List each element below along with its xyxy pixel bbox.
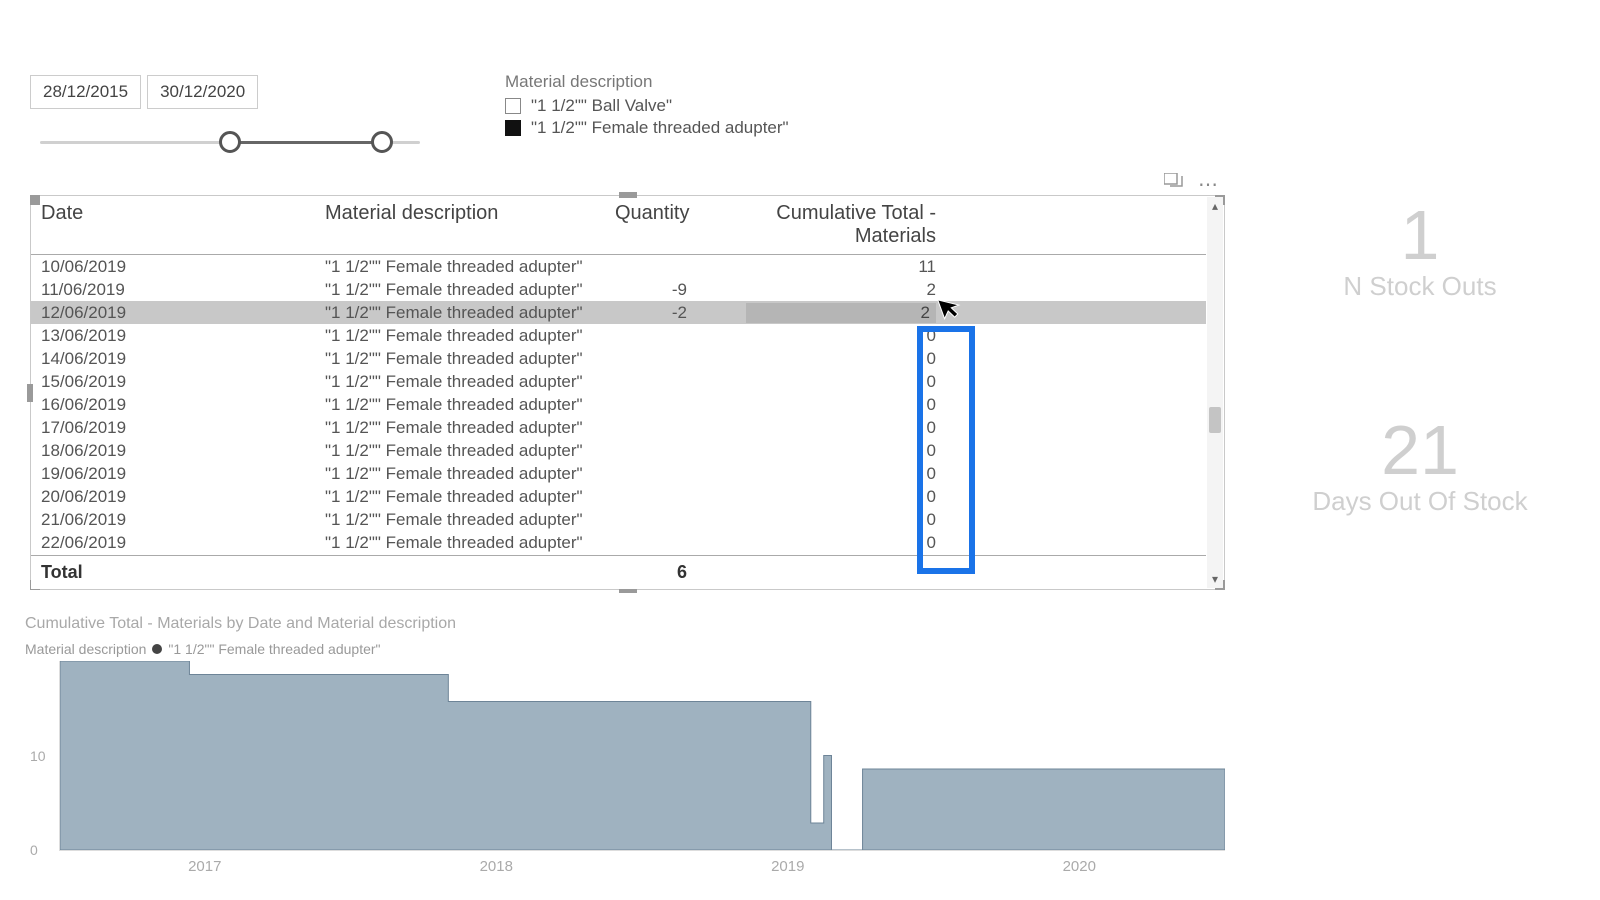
checkbox-checked-icon[interactable] [505,120,521,136]
material-option-ball-valve[interactable]: "1 1/2"" Ball Valve" [505,96,789,116]
column-header-cumulative[interactable]: Cumulative Total - Materials [691,196,946,254]
slider-handle-start[interactable] [219,131,241,153]
chart-plot-area[interactable]: 10 0 [59,661,1225,851]
chart-title: Cumulative Total - Materials by Date and… [25,615,1225,633]
material-slicer: Material description "1 1/2"" Ball Valve… [505,72,789,140]
material-option-female-adapter[interactable]: "1 1/2"" Female threaded adupter" [505,118,789,138]
cell-quantity [611,537,691,549]
slider-handle-end[interactable] [371,131,393,153]
x-tick-label: 2018 [351,858,643,875]
date-from-input[interactable]: 28/12/2015 [30,75,141,109]
chart-legend: Material description "1 1/2"" Female thr… [25,641,1225,657]
date-range-slicer: 28/12/2015 30/12/2020 [30,75,420,157]
scroll-down-icon[interactable]: ▾ [1207,570,1223,588]
x-tick-label: 2020 [934,858,1226,875]
table-body: 10/06/2019"1 1/2"" Female threaded adupt… [31,255,1206,554]
scroll-thumb[interactable] [1209,407,1221,433]
cell-quantity [611,353,691,365]
materials-table-visual[interactable]: ⋯ Date Material description Quantity Cum… [30,195,1225,590]
total-quantity: 6 [611,556,691,589]
cell-quantity [611,376,691,388]
area-chart-svg [60,661,1225,850]
date-to-input[interactable]: 30/12/2020 [147,75,258,109]
kpi-value: 21 [1270,410,1570,490]
column-header-material[interactable]: Material description [321,196,611,254]
cell-quantity [611,445,691,457]
material-option-label: "1 1/2"" Female threaded adupter" [531,118,789,138]
cell-quantity [611,422,691,434]
table-row[interactable]: 22/06/2019"1 1/2"" Female threaded adupt… [31,531,1206,554]
more-options-icon[interactable]: ⋯ [1198,172,1218,197]
kpi-days-out-of-stock[interactable]: 21 Days Out Of Stock [1270,410,1570,517]
kpi-label: N Stock Outs [1300,271,1540,302]
cell-quantity [611,330,691,342]
kpi-stock-outs[interactable]: 1 N Stock Outs [1300,195,1540,302]
x-tick-label: 2019 [642,858,934,875]
cell-quantity [611,491,691,503]
focus-mode-icon[interactable] [1164,172,1184,197]
table-scrollbar[interactable]: ▴ ▾ [1207,197,1223,588]
cell-quantity [611,399,691,411]
legend-series-label: "1 1/2"" Female threaded adupter" [168,641,380,657]
checkbox-unchecked-icon[interactable] [505,98,521,114]
legend-marker-icon [152,644,162,654]
cell-material: "1 1/2"" Female threaded adupter" [321,527,611,559]
x-axis: 2017 2018 2019 2020 [59,858,1225,875]
total-label: Total [31,556,321,589]
x-tick-label: 2017 [59,858,351,875]
cell-cumulative: 0 [691,527,946,559]
date-range-slider[interactable] [40,127,420,157]
slider-fill [222,141,374,144]
total-cumulative [691,556,946,589]
cell-quantity: -2 [611,297,691,329]
cell-quantity [611,261,691,273]
kpi-value: 1 [1300,195,1540,275]
kpi-label: Days Out Of Stock [1270,486,1570,517]
table-total-row: Total 6 [31,555,1206,589]
cell-quantity [611,514,691,526]
column-header-date[interactable]: Date [31,196,321,254]
y-tick-label: 0 [30,842,38,858]
scroll-up-icon[interactable]: ▴ [1207,197,1223,215]
total-material [321,556,611,589]
column-header-quantity[interactable]: Quantity [611,196,691,254]
material-slicer-title: Material description [505,72,789,92]
legend-field-label: Material description [25,641,146,657]
y-tick-label: 10 [30,748,46,764]
table-header-row: Date Material description Quantity Cumul… [31,196,1206,255]
cumulative-chart-visual[interactable]: Cumulative Total - Materials by Date and… [25,615,1225,851]
cell-date: 22/06/2019 [31,527,321,559]
cell-quantity [611,468,691,480]
material-option-label: "1 1/2"" Ball Valve" [531,96,672,116]
